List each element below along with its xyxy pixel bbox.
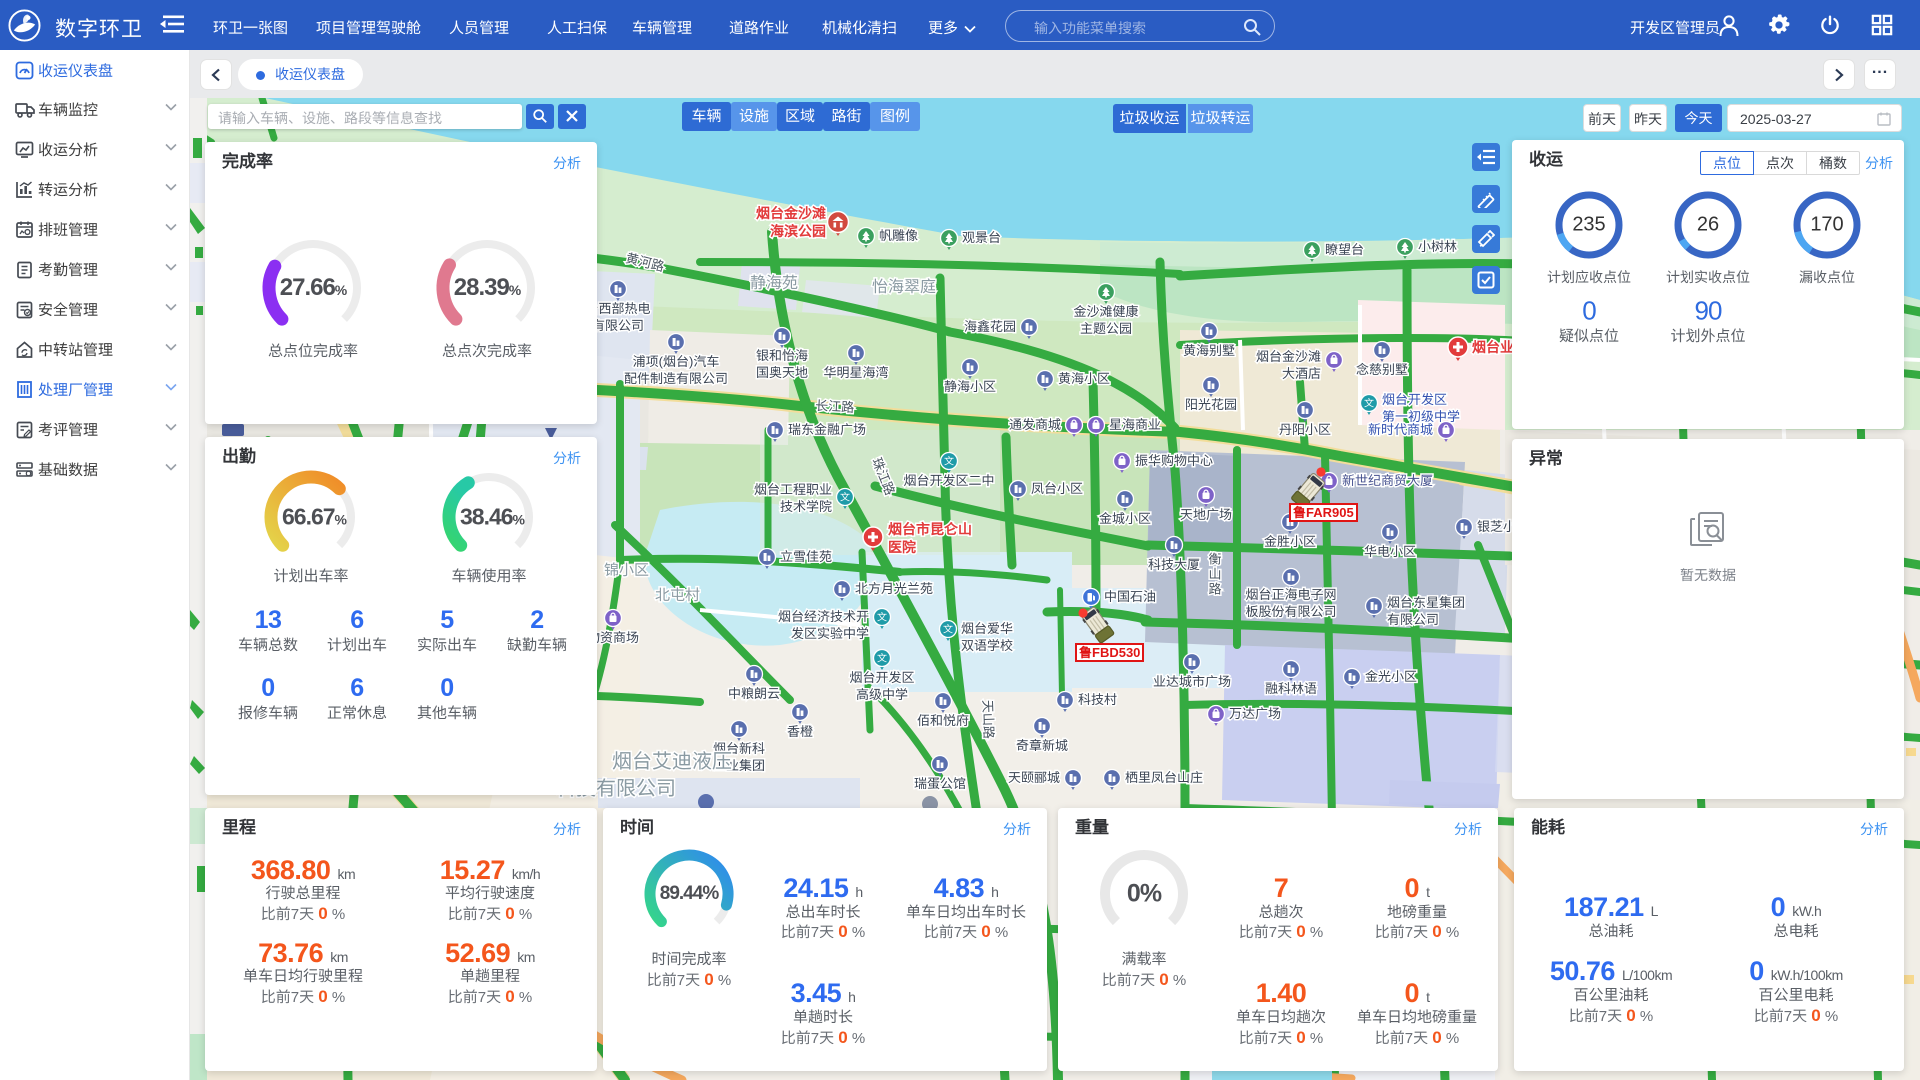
- svg-text:金沙滩健康: 金沙滩健康: [1073, 304, 1138, 319]
- svg-text:立雪佳苑: 立雪佳苑: [780, 549, 832, 564]
- svg-text:浦项(烟台)汽车: 浦项(烟台)汽车: [633, 354, 720, 369]
- svg-text:万达广场: 万达广场: [1229, 706, 1281, 721]
- svg-text:板股份有限公司: 板股份有限公司: [1245, 604, 1336, 619]
- svg-text:金光小区: 金光小区: [1365, 669, 1417, 684]
- svg-text:有限公司: 有限公司: [592, 318, 644, 333]
- svg-text:衡山路: 衡山路: [1207, 552, 1222, 597]
- svg-text:佰和悦府: 佰和悦府: [917, 713, 969, 728]
- svg-text:海滨公园: 海滨公园: [770, 223, 826, 239]
- svg-text:烟台开发区: 烟台开发区: [1382, 392, 1447, 407]
- svg-text:烟台经济技术开: 烟台经济技术开: [778, 609, 869, 624]
- svg-text:星海商业: 星海商业: [1109, 417, 1161, 432]
- svg-text:小树林: 小树林: [1418, 239, 1457, 254]
- svg-text:医院: 医院: [888, 539, 916, 555]
- svg-text:国奥天地: 国奥天地: [756, 365, 808, 380]
- svg-text:高级中学: 高级中学: [856, 687, 908, 702]
- svg-text:北屯村: 北屯村: [655, 587, 700, 604]
- svg-text:长江路: 长江路: [815, 398, 855, 415]
- svg-text:静海苑: 静海苑: [750, 274, 798, 292]
- svg-text:怡海翠庭: 怡海翠庭: [872, 278, 936, 296]
- svg-text:技术学院: 技术学院: [780, 499, 832, 514]
- svg-text:融科林语: 融科林语: [1265, 681, 1317, 696]
- svg-text:烟台金沙滩: 烟台金沙滩: [1256, 349, 1321, 364]
- svg-text:瑞蛋公馆: 瑞蛋公馆: [914, 776, 966, 791]
- svg-text:锦小区: 锦小区: [604, 562, 649, 579]
- svg-text:烟台爱华: 烟台爱华: [961, 621, 1013, 636]
- svg-text:海鑫花园: 海鑫花园: [964, 319, 1016, 334]
- svg-text:华明星海湾: 华明星海湾: [823, 365, 888, 380]
- svg-text:天地广场: 天地广场: [1180, 507, 1232, 522]
- svg-text:天颐郦城: 天颐郦城: [1008, 770, 1060, 785]
- svg-text:烟台工程职业: 烟台工程职业: [754, 482, 832, 497]
- svg-text:阳光花园: 阳光花园: [1185, 397, 1237, 412]
- svg-text:双语学校: 双语学校: [961, 638, 1013, 653]
- svg-text:银和怡海: 银和怡海: [756, 348, 808, 363]
- svg-text:北方月光兰苑: 北方月光兰苑: [855, 581, 933, 596]
- svg-text:烟台开发区二中: 烟台开发区二中: [903, 473, 994, 488]
- svg-text:黄海别墅: 黄海别墅: [1183, 343, 1235, 358]
- svg-text:中粮朗云: 中粮朗云: [728, 686, 780, 701]
- svg-text:科技村: 科技村: [1078, 692, 1117, 707]
- svg-text:大酒店: 大酒店: [1282, 366, 1321, 381]
- svg-text:烟台艾迪液压: 烟台艾迪液压: [612, 751, 732, 773]
- svg-text:黄海小区: 黄海小区: [1058, 371, 1110, 386]
- svg-text:瞭望台: 瞭望台: [1325, 242, 1364, 257]
- svg-text:主题公园: 主题公园: [1080, 321, 1132, 336]
- svg-text:凤台小区: 凤台小区: [1031, 481, 1083, 496]
- svg-text:天山路: 天山路: [980, 700, 996, 740]
- svg-text:瑞东金融广场: 瑞东金融广场: [788, 422, 866, 437]
- svg-text:发区实验中学: 发区实验中学: [791, 626, 869, 641]
- svg-text:烟台正海电子网: 烟台正海电子网: [1245, 587, 1336, 602]
- svg-text:栖里凤台山庄: 栖里凤台山庄: [1125, 770, 1203, 785]
- svg-text:奇章新城: 奇章新城: [1016, 738, 1068, 753]
- svg-text:振华购物中心: 振华购物中心: [1135, 453, 1213, 468]
- svg-text:帆雕像: 帆雕像: [879, 228, 918, 243]
- svg-text:业达城市广场: 业达城市广场: [1153, 674, 1231, 689]
- svg-text:银芝小: 银芝小: [1477, 519, 1516, 534]
- svg-text:观景台: 观景台: [962, 230, 1001, 245]
- svg-text:念慈别墅: 念慈别墅: [1356, 362, 1408, 377]
- svg-text:香橙: 香橙: [787, 724, 813, 739]
- svg-text:通发商城: 通发商城: [1009, 417, 1061, 432]
- svg-text:华电小区: 华电小区: [1364, 544, 1416, 559]
- svg-text:烟台金沙滩: 烟台金沙滩: [756, 205, 826, 221]
- svg-text:丹阳小区: 丹阳小区: [1279, 422, 1331, 437]
- svg-text:金胜小区: 金胜小区: [1264, 534, 1316, 549]
- svg-text:烟台开发区: 烟台开发区: [849, 670, 914, 685]
- svg-text:配件制造有限公司: 配件制造有限公司: [624, 371, 728, 386]
- svg-text:烟台东星集团: 烟台东星集团: [1387, 595, 1465, 610]
- svg-text:科技大厦: 科技大厦: [1148, 557, 1200, 572]
- svg-text:新时代商城: 新时代商城: [1368, 422, 1433, 437]
- svg-text:金城小区: 金城小区: [1099, 511, 1151, 526]
- svg-text:新世纪商贸大厦: 新世纪商贸大厦: [1342, 473, 1433, 488]
- svg-text:静海小区: 静海小区: [944, 379, 996, 394]
- svg-text:烟台市昆仑山: 烟台市昆仑山: [888, 521, 972, 537]
- svg-text:有限公司: 有限公司: [1387, 612, 1439, 627]
